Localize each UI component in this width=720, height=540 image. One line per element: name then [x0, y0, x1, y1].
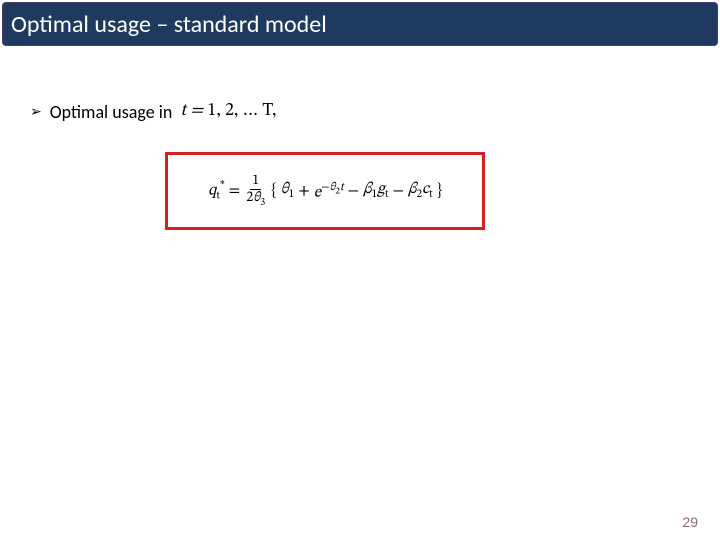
arrow-bullet-icon: ➢: [30, 103, 42, 120]
eq-minus2: −: [392, 181, 404, 201]
eq-rbrace: }: [437, 181, 442, 201]
eq-equals: =: [229, 181, 241, 201]
eq-theta1: θ1: [280, 179, 294, 202]
page-number: 29: [682, 514, 698, 530]
eq-plus: +: [298, 181, 310, 201]
eq-beta1g: β1gt: [363, 179, 388, 202]
inline-math: t = 1, 2, … T,: [180, 100, 276, 123]
content-area: ➢ Optimal usage in t = 1, 2, … T,: [30, 100, 690, 123]
slide-title: Optimal usage – standard model: [11, 10, 327, 39]
eq-lbrace: {: [271, 181, 276, 201]
eq-beta2c: β2ct: [408, 179, 433, 202]
slide-title-bar: Optimal usage – standard model: [2, 2, 718, 46]
eq-lhs: qt*: [208, 178, 225, 204]
bullet-line: ➢ Optimal usage in t = 1, 2, … T,: [30, 100, 690, 123]
eq-minus1: −: [348, 181, 360, 201]
equation-box: qt* = 1 2θ3 { θ1 + e−θ2t − β1gt − β2ct }: [165, 152, 485, 230]
eq-exp: e−θ2t: [314, 180, 344, 202]
equation: qt* = 1 2θ3 { θ1 + e−θ2t − β1gt − β2ct }: [208, 174, 442, 209]
eq-fraction: 1 2θ3: [244, 174, 267, 209]
bullet-text: Optimal usage in: [50, 101, 173, 123]
